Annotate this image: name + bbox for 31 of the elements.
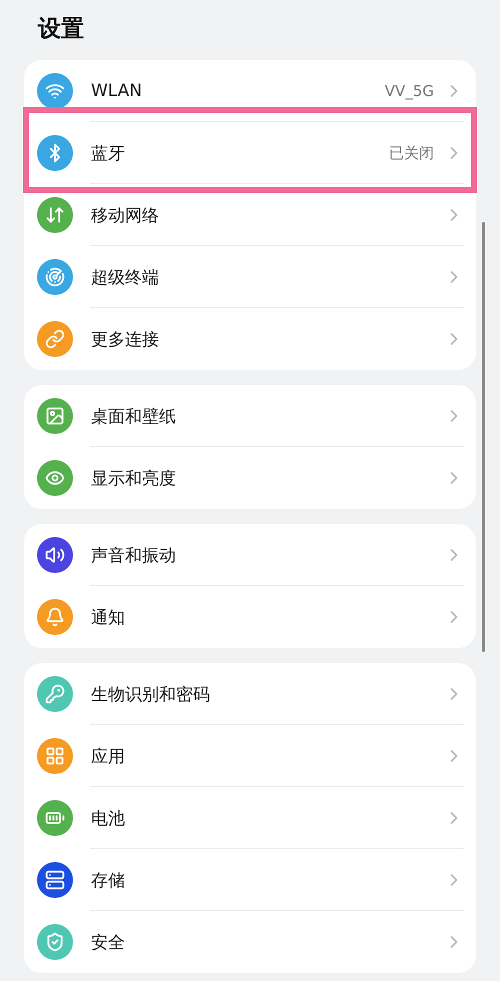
item-label: 桌面和壁纸 <box>91 406 177 428</box>
item-label: 蓝牙 <box>91 142 126 164</box>
item-label: 显示和亮度 <box>91 468 177 490</box>
item-label: 移动网络 <box>91 204 160 226</box>
item-label: 电池 <box>91 808 126 830</box>
settings-item[interactable]: 生物识别和密码 <box>24 663 476 725</box>
page-title: 设置 <box>38 15 85 44</box>
item-label: 生物识别和密码 <box>91 684 211 706</box>
settings-item[interactable]: 移动网络 <box>24 184 476 246</box>
settings-item[interactable]: 电池 <box>24 787 476 849</box>
settings-item[interactable]: WLAN VV_5G <box>24 60 476 122</box>
settings-item[interactable]: 声音和振动 <box>24 524 476 586</box>
settings-item[interactable]: 通知 <box>24 586 476 648</box>
item-label: 声音和振动 <box>91 544 177 566</box>
settings-item[interactable]: 桌面和壁纸 <box>24 385 476 447</box>
item-label: WLAN <box>91 81 144 101</box>
settings-item[interactable]: 蓝牙 已关闭 <box>24 122 476 184</box>
settings-item[interactable]: 安全 <box>24 911 476 973</box>
settings-item[interactable]: 存储 <box>24 849 476 911</box>
settings-item[interactable]: 应用 <box>24 725 476 787</box>
item-label: 应用 <box>91 746 126 768</box>
settings-item[interactable]: 显示和亮度 <box>24 447 476 509</box>
item-value: VV_5G <box>384 82 434 100</box>
item-label: 更多连接 <box>91 328 160 350</box>
settings-item[interactable]: 更多连接 <box>24 308 476 370</box>
item-label: 通知 <box>91 606 126 628</box>
item-label: 存储 <box>91 870 126 892</box>
settings-item[interactable]: 超级终端 <box>24 246 476 308</box>
item-label: 超级终端 <box>91 266 160 288</box>
item-label: 安全 <box>91 932 126 954</box>
item-value: 已关闭 <box>389 144 434 162</box>
